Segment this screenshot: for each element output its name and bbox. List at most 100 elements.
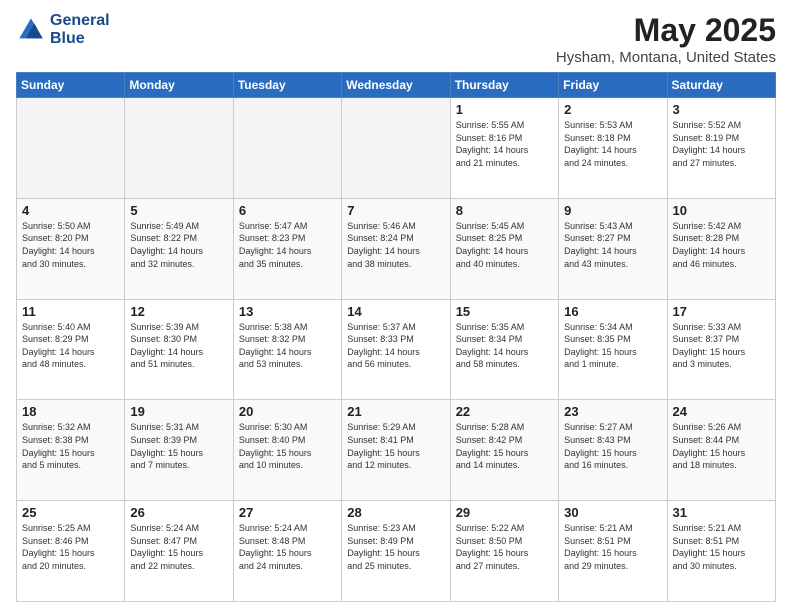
calendar-cell: 18Sunrise: 5:32 AM Sunset: 8:38 PM Dayli… <box>17 400 125 501</box>
calendar-week-row: 18Sunrise: 5:32 AM Sunset: 8:38 PM Dayli… <box>17 400 776 501</box>
day-number: 21 <box>347 404 444 419</box>
day-info: Sunrise: 5:34 AM Sunset: 8:35 PM Dayligh… <box>564 321 661 371</box>
day-number: 6 <box>239 203 336 218</box>
calendar-cell: 4 Sunrise: 5:50 AM Sunset: 8:20 PM Daylig… <box>17 198 125 299</box>
day-info: Sunrise: 5:45 AM Sunset: 8:25 PM Dayligh… <box>456 220 553 270</box>
calendar-header-row: SundayMondayTuesdayWednesdayThursdayFrid… <box>17 73 776 98</box>
calendar-cell: 6Sunrise: 5:47 AM Sunset: 8:23 PM Daylig… <box>233 198 341 299</box>
calendar-cell <box>17 98 125 199</box>
calendar-cell: 26 Sunrise: 5:24 AM Sunset: 8:47 PM Dayli… <box>125 501 233 602</box>
calendar-cell: 30Sunrise: 5:21 AM Sunset: 8:51 PM Dayli… <box>559 501 667 602</box>
day-number: 7 <box>347 203 444 218</box>
calendar-cell: 27 Sunrise: 5:24 AM Sunset: 8:48 PM Dayli… <box>233 501 341 602</box>
calendar-cell: 15 Sunrise: 5:35 AM Sunset: 8:34 PM Dayli… <box>450 299 558 400</box>
day-number: 2 <box>564 102 661 117</box>
day-info: Sunrise: 5:40 AM Sunset: 8:29 PM Dayligh… <box>22 321 119 371</box>
day-number: 28 <box>347 505 444 520</box>
calendar-cell: 28 Sunrise: 5:23 AM Sunset: 8:49 PM Dayli… <box>342 501 450 602</box>
calendar-cell: 5 Sunrise: 5:49 AM Sunset: 8:22 PM Daylig… <box>125 198 233 299</box>
day-info: Sunrise: 5:27 AM Sunset: 8:43 PM Dayligh… <box>564 421 661 471</box>
day-info: Sunrise: 5:35 AM Sunset: 8:34 PM Dayligh… <box>456 321 553 371</box>
day-info: Sunrise: 5:49 AM Sunset: 8:22 PM Dayligh… <box>130 220 227 270</box>
day-number: 23 <box>564 404 661 419</box>
day-info: Sunrise: 5:23 AM Sunset: 8:49 PM Dayligh… <box>347 522 444 572</box>
logo-icon <box>16 15 46 45</box>
day-info: Sunrise: 5:39 AM Sunset: 8:30 PM Dayligh… <box>130 321 227 371</box>
day-info: Sunrise: 5:24 AM Sunset: 8:48 PM Dayligh… <box>239 522 336 572</box>
day-info: Sunrise: 5:26 AM Sunset: 8:44 PM Dayligh… <box>673 421 770 471</box>
calendar-day-header: Tuesday <box>233 73 341 98</box>
day-number: 14 <box>347 304 444 319</box>
calendar-cell: 1Sunrise: 5:55 AM Sunset: 8:16 PM Daylig… <box>450 98 558 199</box>
logo-text: General Blue <box>50 12 110 47</box>
calendar-cell: 14 Sunrise: 5:37 AM Sunset: 8:33 PM Dayli… <box>342 299 450 400</box>
logo: General Blue <box>16 12 110 47</box>
calendar-cell: 10Sunrise: 5:42 AM Sunset: 8:28 PM Dayli… <box>667 198 775 299</box>
day-number: 5 <box>130 203 227 218</box>
day-info: Sunrise: 5:55 AM Sunset: 8:16 PM Dayligh… <box>456 119 553 169</box>
calendar-cell: 17Sunrise: 5:33 AM Sunset: 8:37 PM Dayli… <box>667 299 775 400</box>
calendar-table: SundayMondayTuesdayWednesdayThursdayFrid… <box>16 72 776 602</box>
day-info: Sunrise: 5:32 AM Sunset: 8:38 PM Dayligh… <box>22 421 119 471</box>
header: General Blue May 2025 Hysham, Montana, U… <box>16 12 776 66</box>
day-number: 3 <box>673 102 770 117</box>
day-number: 13 <box>239 304 336 319</box>
day-number: 24 <box>673 404 770 419</box>
calendar-cell: 21 Sunrise: 5:29 AM Sunset: 8:41 PM Dayli… <box>342 400 450 501</box>
calendar-cell: 19 Sunrise: 5:31 AM Sunset: 8:39 PM Dayli… <box>125 400 233 501</box>
day-number: 11 <box>22 304 119 319</box>
calendar-day-header: Friday <box>559 73 667 98</box>
calendar-cell: 23 Sunrise: 5:27 AM Sunset: 8:43 PM Dayli… <box>559 400 667 501</box>
day-info: Sunrise: 5:31 AM Sunset: 8:39 PM Dayligh… <box>130 421 227 471</box>
day-info: Sunrise: 5:24 AM Sunset: 8:47 PM Dayligh… <box>130 522 227 572</box>
title-block: May 2025 Hysham, Montana, United States <box>556 12 776 66</box>
calendar-cell: 7Sunrise: 5:46 AM Sunset: 8:24 PM Daylig… <box>342 198 450 299</box>
day-info: Sunrise: 5:22 AM Sunset: 8:50 PM Dayligh… <box>456 522 553 572</box>
day-number: 31 <box>673 505 770 520</box>
day-number: 9 <box>564 203 661 218</box>
calendar-week-row: 11 Sunrise: 5:40 AM Sunset: 8:29 PM Dayli… <box>17 299 776 400</box>
calendar-week-row: 4 Sunrise: 5:50 AM Sunset: 8:20 PM Daylig… <box>17 198 776 299</box>
calendar-day-header: Sunday <box>17 73 125 98</box>
calendar-body: 1Sunrise: 5:55 AM Sunset: 8:16 PM Daylig… <box>17 98 776 602</box>
day-info: Sunrise: 5:25 AM Sunset: 8:46 PM Dayligh… <box>22 522 119 572</box>
day-info: Sunrise: 5:50 AM Sunset: 8:20 PM Dayligh… <box>22 220 119 270</box>
day-number: 15 <box>456 304 553 319</box>
calendar-cell: 13Sunrise: 5:38 AM Sunset: 8:32 PM Dayli… <box>233 299 341 400</box>
calendar-day-header: Thursday <box>450 73 558 98</box>
calendar-cell <box>125 98 233 199</box>
calendar-cell: 8 Sunrise: 5:45 AM Sunset: 8:25 PM Daylig… <box>450 198 558 299</box>
day-number: 22 <box>456 404 553 419</box>
calendar-cell: 20 Sunrise: 5:30 AM Sunset: 8:40 PM Dayli… <box>233 400 341 501</box>
main-title: May 2025 <box>556 12 776 49</box>
day-info: Sunrise: 5:29 AM Sunset: 8:41 PM Dayligh… <box>347 421 444 471</box>
calendar-cell: 22 Sunrise: 5:28 AM Sunset: 8:42 PM Dayli… <box>450 400 558 501</box>
day-number: 4 <box>22 203 119 218</box>
day-number: 20 <box>239 404 336 419</box>
day-number: 27 <box>239 505 336 520</box>
day-number: 30 <box>564 505 661 520</box>
day-info: Sunrise: 5:37 AM Sunset: 8:33 PM Dayligh… <box>347 321 444 371</box>
subtitle: Hysham, Montana, United States <box>556 49 776 66</box>
day-number: 12 <box>130 304 227 319</box>
calendar-cell: 12 Sunrise: 5:39 AM Sunset: 8:30 PM Dayli… <box>125 299 233 400</box>
day-number: 26 <box>130 505 227 520</box>
day-info: Sunrise: 5:28 AM Sunset: 8:42 PM Dayligh… <box>456 421 553 471</box>
day-info: Sunrise: 5:30 AM Sunset: 8:40 PM Dayligh… <box>239 421 336 471</box>
calendar-cell: 11 Sunrise: 5:40 AM Sunset: 8:29 PM Dayli… <box>17 299 125 400</box>
day-info: Sunrise: 5:43 AM Sunset: 8:27 PM Dayligh… <box>564 220 661 270</box>
page: General Blue May 2025 Hysham, Montana, U… <box>0 0 792 612</box>
day-info: Sunrise: 5:33 AM Sunset: 8:37 PM Dayligh… <box>673 321 770 371</box>
day-number: 8 <box>456 203 553 218</box>
calendar-cell: 31Sunrise: 5:21 AM Sunset: 8:51 PM Dayli… <box>667 501 775 602</box>
day-number: 19 <box>130 404 227 419</box>
calendar-cell: 2Sunrise: 5:53 AM Sunset: 8:18 PM Daylig… <box>559 98 667 199</box>
calendar-cell: 9 Sunrise: 5:43 AM Sunset: 8:27 PM Daylig… <box>559 198 667 299</box>
calendar-cell <box>342 98 450 199</box>
calendar-week-row: 25Sunrise: 5:25 AM Sunset: 8:46 PM Dayli… <box>17 501 776 602</box>
calendar-cell: 29Sunrise: 5:22 AM Sunset: 8:50 PM Dayli… <box>450 501 558 602</box>
calendar-cell: 3Sunrise: 5:52 AM Sunset: 8:19 PM Daylig… <box>667 98 775 199</box>
day-info: Sunrise: 5:42 AM Sunset: 8:28 PM Dayligh… <box>673 220 770 270</box>
calendar-week-row: 1Sunrise: 5:55 AM Sunset: 8:16 PM Daylig… <box>17 98 776 199</box>
day-number: 16 <box>564 304 661 319</box>
